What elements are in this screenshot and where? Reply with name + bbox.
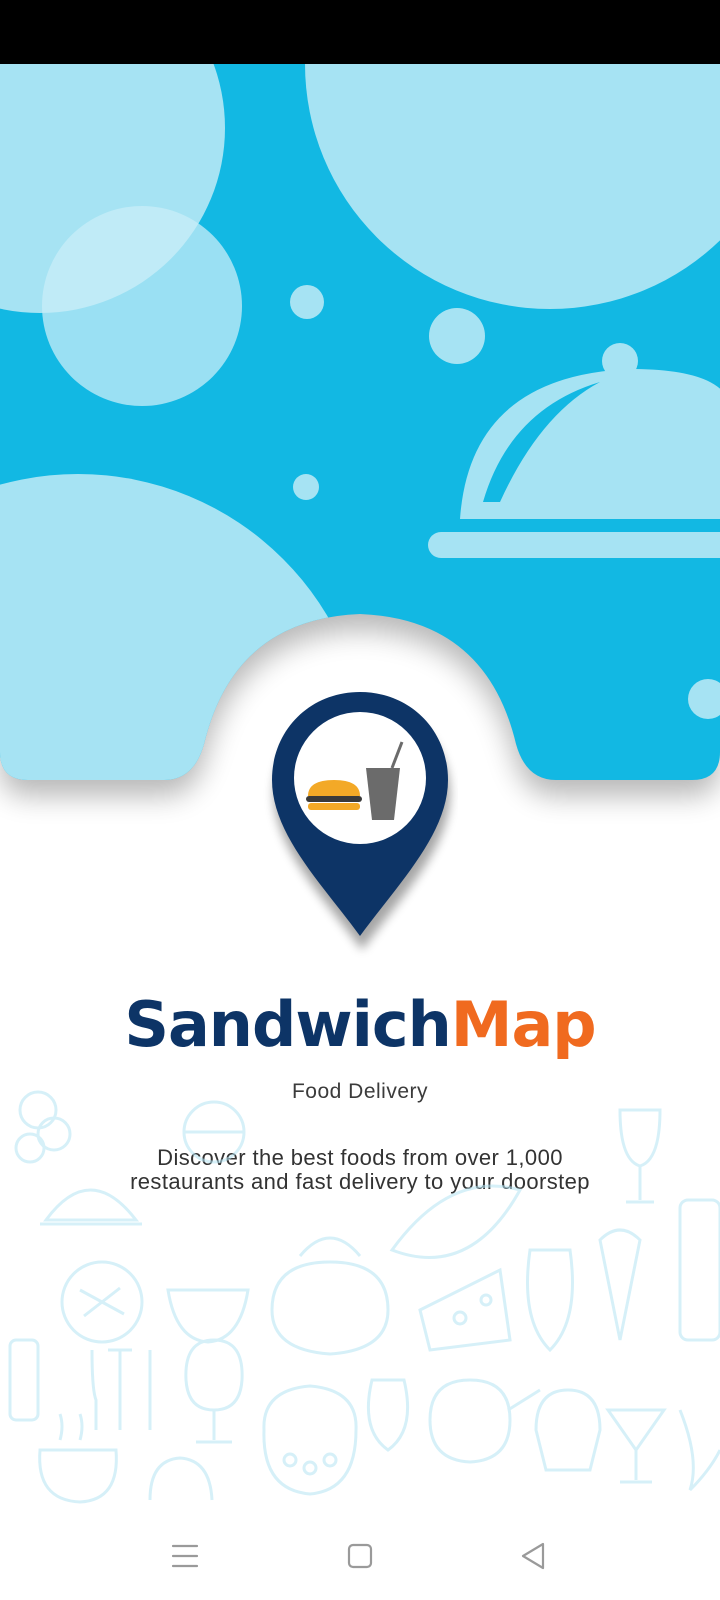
system-navigation-bar (0, 1510, 720, 1600)
status-bar (0, 0, 720, 64)
map-pin-food-icon (272, 692, 450, 950)
home-square-icon[interactable] (332, 1528, 388, 1584)
burger-icon (306, 780, 362, 810)
back-triangle-icon[interactable] (505, 1528, 561, 1584)
menu-icon[interactable] (157, 1528, 213, 1584)
food-doodle-pattern (8, 1090, 720, 1504)
